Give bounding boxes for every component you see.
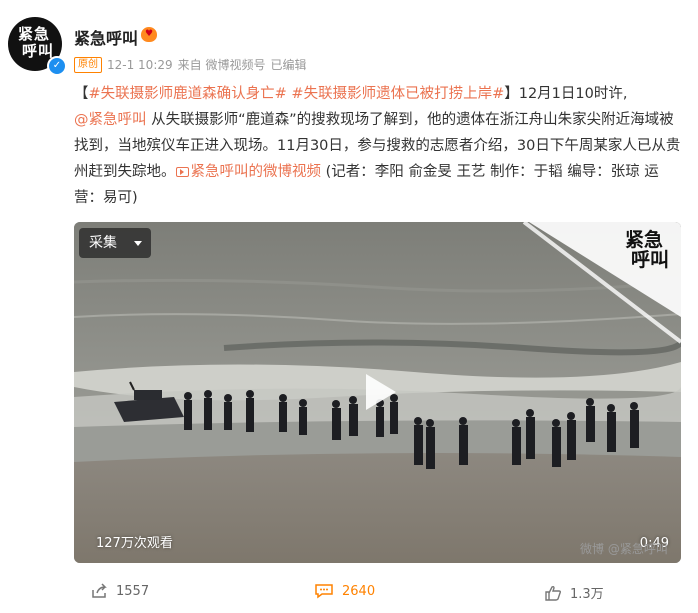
avatar-logo-line2: 呼叫: [22, 42, 55, 60]
chevron-down-icon: [134, 241, 142, 246]
view-count: 127万次观看: [96, 536, 173, 551]
vip-heart-icon[interactable]: ♥: [141, 27, 157, 42]
collect-button-label: 采集: [89, 235, 117, 251]
share-icon: [92, 583, 107, 598]
corner-logo-line1: 紧急: [624, 229, 663, 251]
verified-badge-icon: ✓: [47, 56, 67, 76]
weibo-watermark: 微博 @紧急呼叫: [580, 542, 668, 556]
share-count: 1557: [116, 583, 150, 599]
like-count: 1.3万: [570, 587, 604, 602]
topic-link-1[interactable]: #失联摄影师鹿道森确认身亡#: [89, 86, 287, 102]
collect-button[interactable]: 采集: [79, 228, 151, 258]
comment-count: 2640: [342, 583, 376, 599]
thumbs-up-icon: [545, 585, 562, 601]
video-link[interactable]: 紧急呼叫的微博视频: [191, 164, 322, 180]
post-source: 来自 微博视频号: [177, 58, 266, 72]
bracket-open: 【: [74, 86, 89, 102]
edited-label[interactable]: 已编辑: [270, 56, 306, 73]
video-link-icon: [175, 167, 189, 177]
play-icon[interactable]: [356, 370, 400, 414]
like-button[interactable]: 1.3万: [544, 583, 604, 602]
share-button[interactable]: 1557: [90, 583, 149, 599]
comment-button[interactable]: 2640: [314, 583, 375, 599]
corner-logo: 紧急 呼叫: [625, 230, 669, 270]
post-text-date: 】12月1日10时许,: [504, 86, 628, 102]
avatar-logo-line1: 紧急: [18, 25, 51, 43]
video-player[interactable]: 紧急 呼叫 采集 127万次观看 0:49: [74, 222, 681, 563]
action-bar: 1557 2640 1.3万: [0, 583, 698, 609]
mention-link[interactable]: @紧急呼叫: [74, 112, 147, 128]
original-tag: 原创: [74, 56, 102, 73]
post-meta: 原创 12-1 10:29 来自 微博视频号 已编辑: [74, 56, 306, 73]
post-time[interactable]: 12-1 10:29: [107, 58, 173, 72]
comment-icon: [315, 584, 333, 599]
corner-logo-line2: 呼叫: [630, 249, 669, 271]
post-content: 【#失联摄影师鹿道森确认身亡# #失联摄影师遗体已被打捞上岸#】12月1日10时…: [74, 81, 686, 211]
username[interactable]: 紧急呼叫: [74, 25, 138, 49]
avatar-logo: 紧急 呼叫: [18, 26, 54, 60]
topic-link-2[interactable]: #失联摄影师遗体已被打捞上岸#: [291, 86, 504, 102]
